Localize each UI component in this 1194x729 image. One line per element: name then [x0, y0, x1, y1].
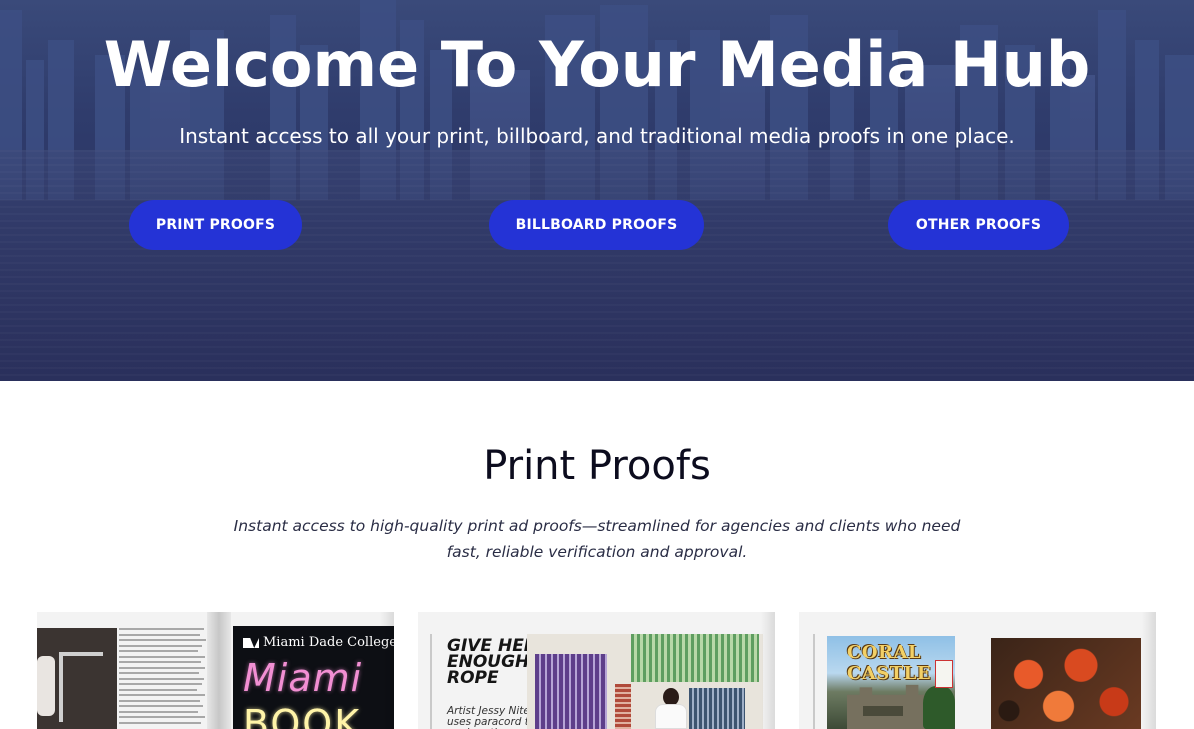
- water-reflection: [0, 150, 1194, 381]
- hero-banner: Welcome To Your Media Hub Instant access…: [0, 0, 1194, 381]
- hero-subtitle: Instant access to all your print, billbo…: [179, 124, 1015, 148]
- miami-book-fair-ad: Miami Dade College Miami BOOK: [233, 626, 394, 729]
- mdc-logo-icon: [243, 638, 259, 648]
- article-text-block: [119, 628, 211, 729]
- print-proof-card-enough-rope[interactable]: GIVE HER ENOUGH ROPE Artist Jessy Nite u…: [418, 612, 775, 729]
- article-caption: Artist Jessy Nite uses paracord to explo…: [447, 705, 535, 729]
- other-proofs-button[interactable]: OTHER PROOFS: [888, 200, 1069, 250]
- coral-castle-cover: CORAL CASTLE: [827, 636, 955, 729]
- print-proof-card-coral-castle[interactable]: CORAL CASTLE: [799, 612, 1156, 729]
- price-badge: [935, 660, 953, 688]
- article-headline: GIVE HER ENOUGH ROPE: [447, 636, 537, 688]
- print-proofs-button[interactable]: PRINT PROOFS: [129, 200, 302, 250]
- ad-word-miami: Miami: [243, 656, 363, 700]
- artist-studio-photo: [527, 634, 763, 729]
- hero-title: Welcome To Your Media Hub: [103, 28, 1091, 101]
- castle-icon: [847, 684, 931, 729]
- stone-crab-photo: [991, 638, 1141, 729]
- magazine-photo: [37, 628, 117, 729]
- billboard-proofs-button[interactable]: BILLBOARD PROOFS: [489, 200, 704, 250]
- ad-word-book: BOOK: [243, 702, 362, 729]
- section-title: Print Proofs: [483, 443, 711, 489]
- ad-brand: Miami Dade College: [263, 635, 394, 650]
- section-description: Instant access to high-quality print ad …: [233, 517, 961, 561]
- print-proof-card-miami-book[interactable]: Miami Dade College Miami BOOK: [37, 612, 394, 729]
